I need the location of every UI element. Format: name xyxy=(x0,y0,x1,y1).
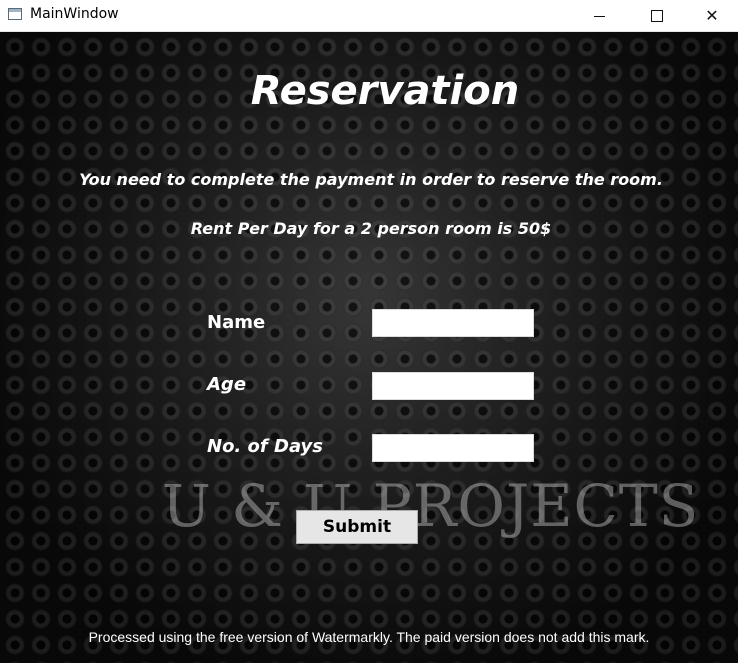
reservation-form-area: Reservation You need to complete the pay… xyxy=(0,32,738,663)
name-field[interactable] xyxy=(372,309,534,337)
name-label: Name xyxy=(207,312,266,333)
title-bar[interactable]: MainWindow ✕ xyxy=(0,0,738,32)
window-app-icon xyxy=(8,8,22,20)
window-title: MainWindow xyxy=(30,6,119,22)
payment-instruction: You need to complete the payment in orde… xyxy=(79,170,663,189)
age-field[interactable] xyxy=(372,372,534,400)
watermark-notice: Processed using the free version of Wate… xyxy=(88,629,650,645)
brand-watermark: U & U PROJECTS xyxy=(162,472,700,540)
minimize-button[interactable] xyxy=(570,0,628,31)
close-icon: ✕ xyxy=(705,6,719,25)
age-label: Age xyxy=(207,374,247,395)
submit-button[interactable]: Submit xyxy=(296,510,418,544)
maximize-icon xyxy=(651,9,663,22)
main-window: MainWindow ✕ Reservation You need to com… xyxy=(0,0,738,663)
close-button[interactable]: ✕ xyxy=(686,0,738,31)
maximize-button[interactable] xyxy=(628,0,686,31)
page-title: Reservation xyxy=(250,68,520,114)
days-label: No. of Days xyxy=(207,436,323,457)
days-field[interactable] xyxy=(372,434,534,462)
minimize-icon xyxy=(593,16,605,17)
rent-info: Rent Per Day for a 2 person room is 50$ xyxy=(190,219,552,238)
